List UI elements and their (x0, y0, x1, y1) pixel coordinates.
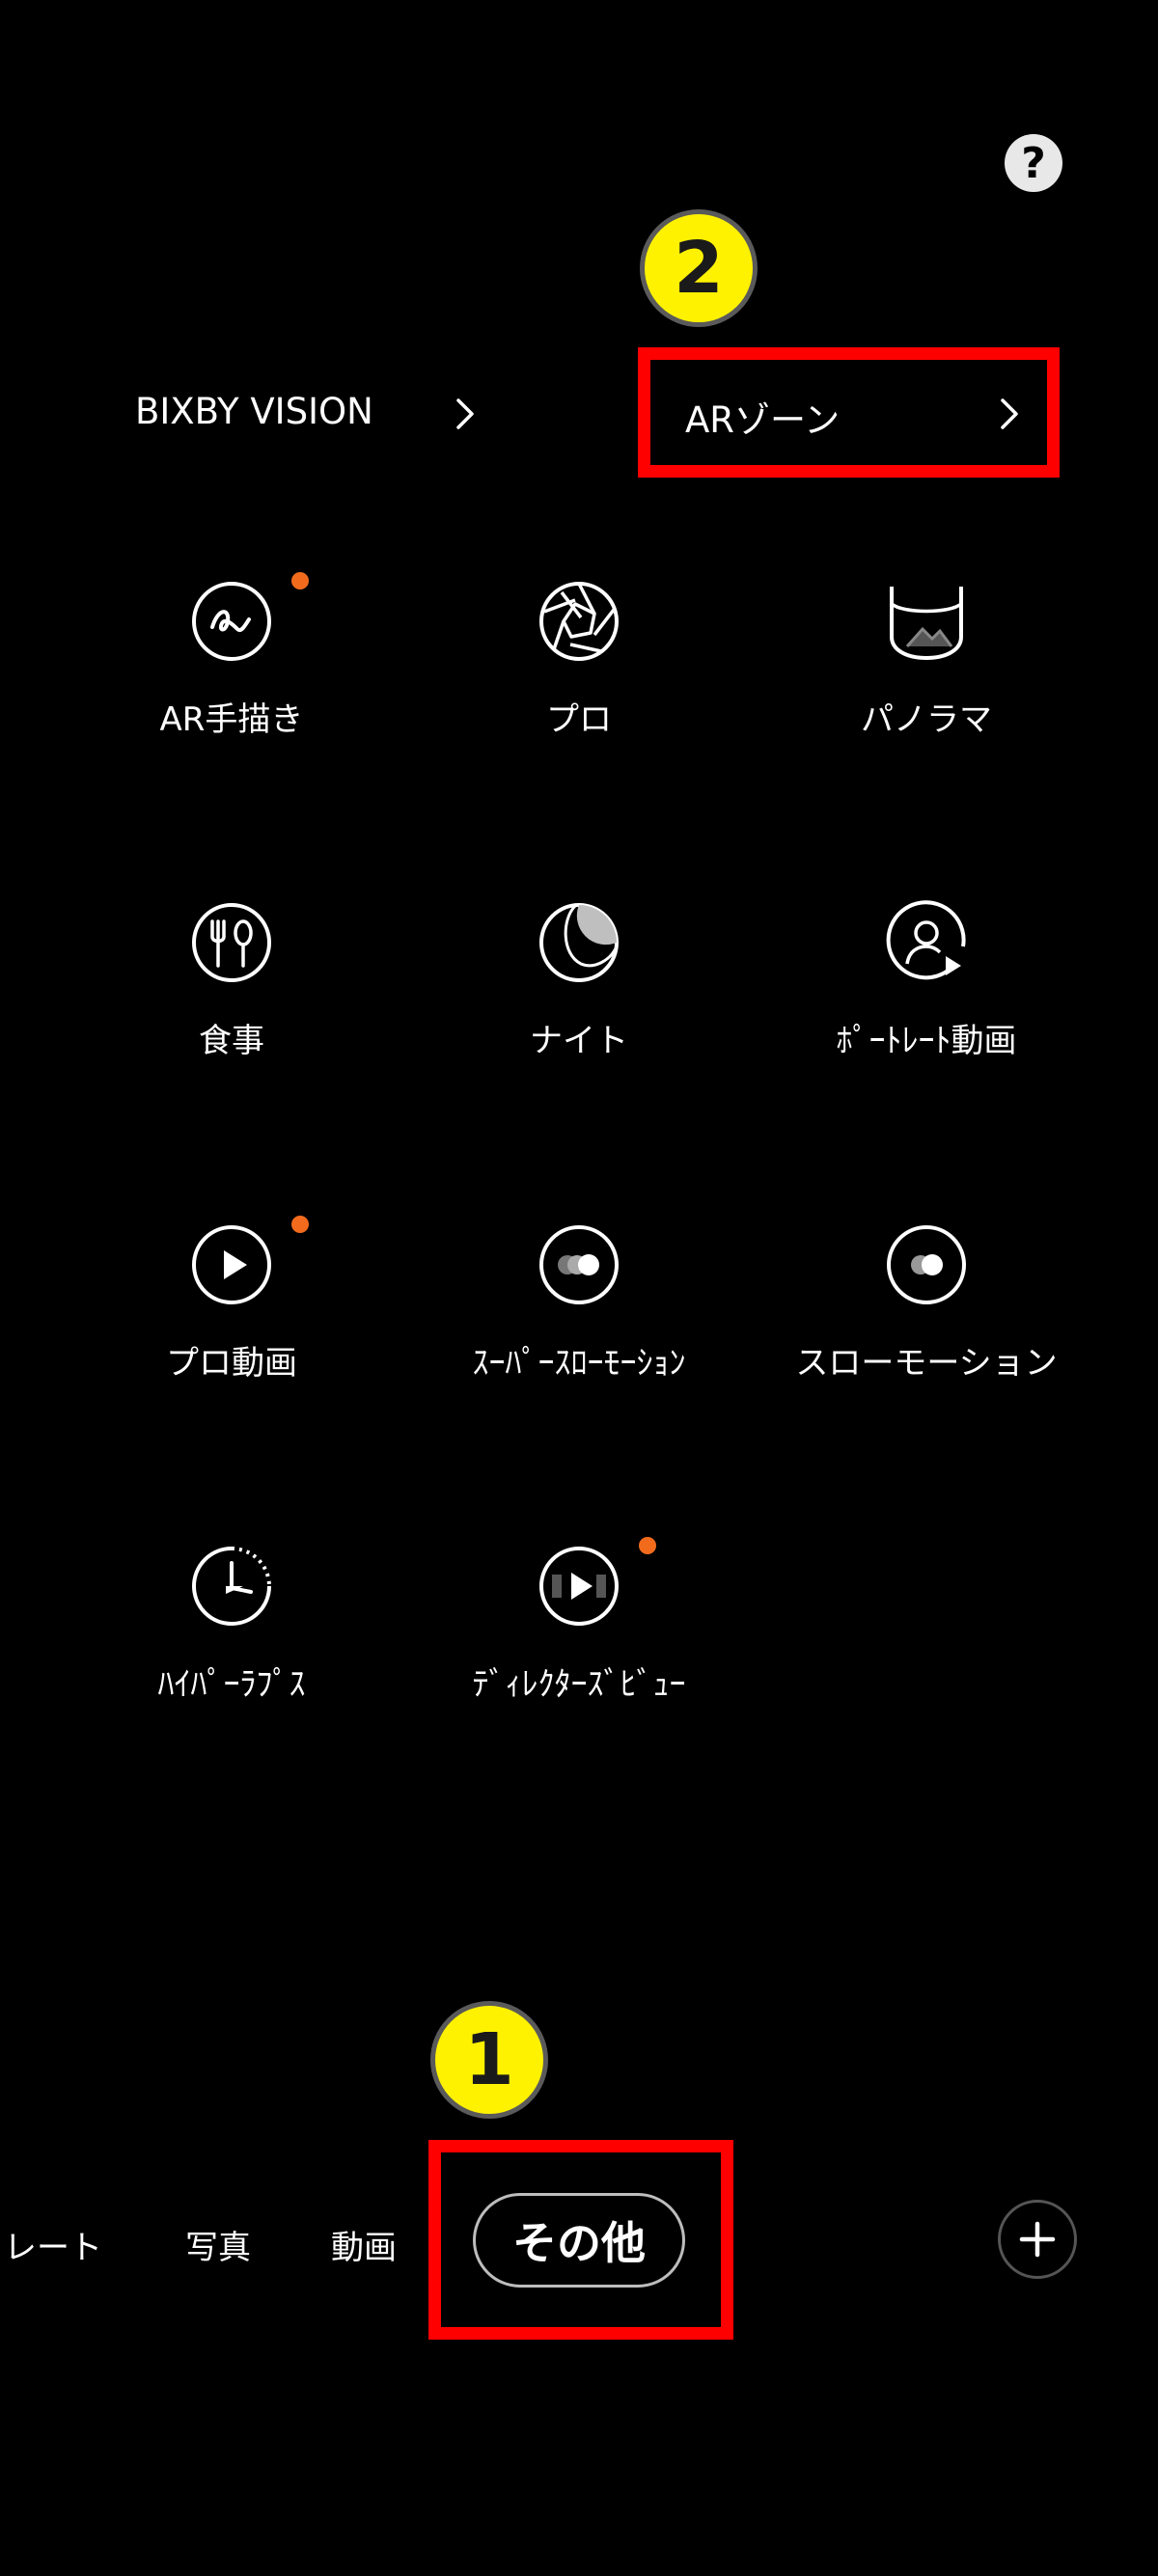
step-1-badge: 1 (430, 2001, 548, 2119)
mode-label: スローモーション (795, 1344, 1058, 1383)
hyperlapse-icon (192, 1547, 271, 1626)
mode-label: パノラマ (861, 700, 992, 739)
tab-video[interactable]: 動画 (331, 2221, 397, 2268)
plus-icon (1019, 2221, 1056, 2258)
help-icon: ? (1021, 138, 1046, 188)
tab-photo[interactable]: 写真 (185, 2221, 251, 2268)
play-icon (192, 1225, 271, 1304)
help-button[interactable]: ? (1005, 134, 1062, 192)
ar-doodle-icon (192, 582, 271, 661)
chevron-right-icon (456, 398, 474, 429)
tab-portrait[interactable]: レート (4, 2221, 102, 2268)
new-indicator-dot (291, 572, 309, 589)
aperture-icon (539, 582, 619, 661)
step-2-badge: 2 (640, 209, 758, 327)
highlight-ar-zone (638, 347, 1060, 478)
mode-ar-doodle[interactable]: AR手描き (68, 572, 396, 810)
mode-super-slow-motion[interactable]: ｽｰﾊﾟｰｽﾛｰﾓｰｼｮﾝ (415, 1222, 743, 1454)
highlight-more-tab (428, 2140, 733, 2340)
bixby-vision-label: BIXBY VISION (135, 391, 373, 432)
mode-label: プロ動画 (166, 1344, 297, 1383)
mode-panorama[interactable]: パノラマ (762, 579, 1090, 810)
mode-slow-motion[interactable]: スローモーション (762, 1222, 1090, 1454)
mode-directors-view[interactable]: ﾃﾞｨﾚｸﾀｰｽﾞﾋﾞｭｰ (415, 1537, 743, 1775)
new-indicator-dot (291, 1216, 309, 1233)
mode-label: 食事 (199, 1022, 264, 1060)
mode-pro-video[interactable]: プロ動画 (68, 1216, 396, 1454)
mode-label: プロ (546, 700, 612, 739)
super-slow-motion-icon (539, 1225, 619, 1304)
mode-portrait-video[interactable]: ﾎﾟｰﾄﾚｰﾄ動画 (762, 900, 1090, 1132)
mode-pro[interactable]: プロ (415, 579, 743, 810)
portrait-video-icon (886, 900, 966, 980)
mode-label: ﾃﾞｨﾚｸﾀｰｽﾞﾋﾞｭｰ (472, 1665, 686, 1704)
mode-hyperlapse[interactable]: ﾊｲﾊﾟｰﾗﾌﾟｽ (68, 1544, 396, 1775)
directors-view-icon (539, 1547, 619, 1626)
mode-label: ｽｰﾊﾟｰｽﾛｰﾓｰｼｮﾝ (472, 1344, 686, 1383)
food-icon (192, 903, 271, 982)
mode-label: ナイト (530, 1022, 628, 1060)
bixby-vision-link[interactable]: BIXBY VISION (135, 391, 482, 449)
add-mode-button[interactable] (998, 2200, 1077, 2279)
new-indicator-dot (639, 1537, 656, 1554)
panorama-icon (890, 587, 963, 661)
mode-label: AR手描き (159, 700, 304, 739)
mode-night[interactable]: ナイト (415, 900, 743, 1132)
slow-motion-icon (887, 1225, 966, 1304)
mode-label: ﾎﾟｰﾄﾚｰﾄ動画 (836, 1022, 1017, 1060)
mode-label: ﾊｲﾊﾟｰﾗﾌﾟｽ (157, 1665, 306, 1704)
moon-icon (539, 903, 619, 982)
mode-food[interactable]: 食事 (68, 900, 396, 1132)
